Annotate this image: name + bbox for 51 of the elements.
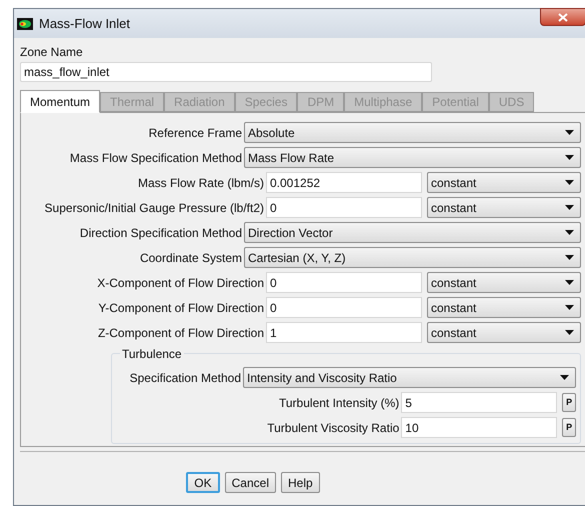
caret-icon (565, 155, 574, 160)
field-label: Turbulent Viscosity Ratio (266, 420, 400, 436)
zone-name-field[interactable]: mass_flow_inlet (20, 62, 432, 82)
field-label: Specification Method (128, 370, 242, 386)
dropdown[interactable]: Absolute (244, 122, 581, 143)
field-label: Mass Flow Specification Method (68, 150, 243, 166)
input-field[interactable]: 1 (266, 322, 422, 343)
parameter-button[interactable]: P (562, 393, 576, 412)
dialog-button[interactable]: Help (281, 472, 320, 493)
dropdown[interactable]: constant (427, 322, 581, 343)
caret-icon (565, 205, 574, 210)
field-label: Z-Component of Flow Direction (96, 324, 265, 342)
close-icon (558, 12, 568, 22)
field-label: X-Component of Flow Direction (96, 274, 265, 292)
caret-icon (560, 375, 569, 380)
caret-icon (565, 280, 574, 285)
tab[interactable]: Momentum (20, 90, 100, 113)
input-field[interactable]: 0 (266, 297, 422, 318)
field-label: Turbulent Intensity (%) (278, 394, 400, 412)
app-icon (17, 18, 33, 30)
caret-icon (565, 305, 574, 310)
input-field[interactable]: 0.001252 (266, 172, 422, 193)
input-field[interactable]: 0 (266, 197, 422, 218)
caret-icon (565, 230, 574, 235)
caret-icon (565, 130, 574, 135)
caret-icon (565, 330, 574, 335)
field-label: Reference Frame (148, 124, 243, 142)
field-label: Supersonic/Initial Gauge Pressure (lb/ft2) (44, 200, 265, 216)
zone-name-label: Zone Name (20, 44, 84, 61)
caret-icon (565, 180, 574, 185)
close-button[interactable] (540, 8, 585, 26)
field-label: Y-Component of Flow Direction (97, 300, 265, 316)
dropdown[interactable]: Mass Flow Rate (244, 147, 581, 168)
input-field[interactable]: 0 (266, 272, 422, 293)
dropdown[interactable]: constant (427, 297, 581, 318)
dropdown[interactable]: constant (427, 197, 581, 218)
dialog-button[interactable]: OK (186, 472, 220, 493)
window-title: Mass-Flow Inlet (39, 14, 130, 33)
input-field[interactable]: 10 (401, 417, 558, 438)
field-label: Direction Specification Method (78, 224, 243, 242)
dropdown[interactable]: Direction Vector (244, 222, 581, 243)
dropdown[interactable]: constant (427, 272, 581, 293)
field-label: Coordinate System (138, 250, 243, 266)
dialog-button[interactable]: Cancel (224, 472, 276, 493)
input-field[interactable]: 5 (401, 392, 558, 413)
field-label: Mass Flow Rate (lbm/s) (136, 174, 265, 192)
parameter-button[interactable]: P (562, 418, 576, 437)
dropdown[interactable]: Intensity and Viscosity Ratio (243, 367, 576, 388)
caret-icon (565, 255, 574, 260)
dropdown[interactable]: Cartesian (X, Y, Z) (244, 247, 581, 268)
dropdown[interactable]: constant (427, 172, 581, 193)
